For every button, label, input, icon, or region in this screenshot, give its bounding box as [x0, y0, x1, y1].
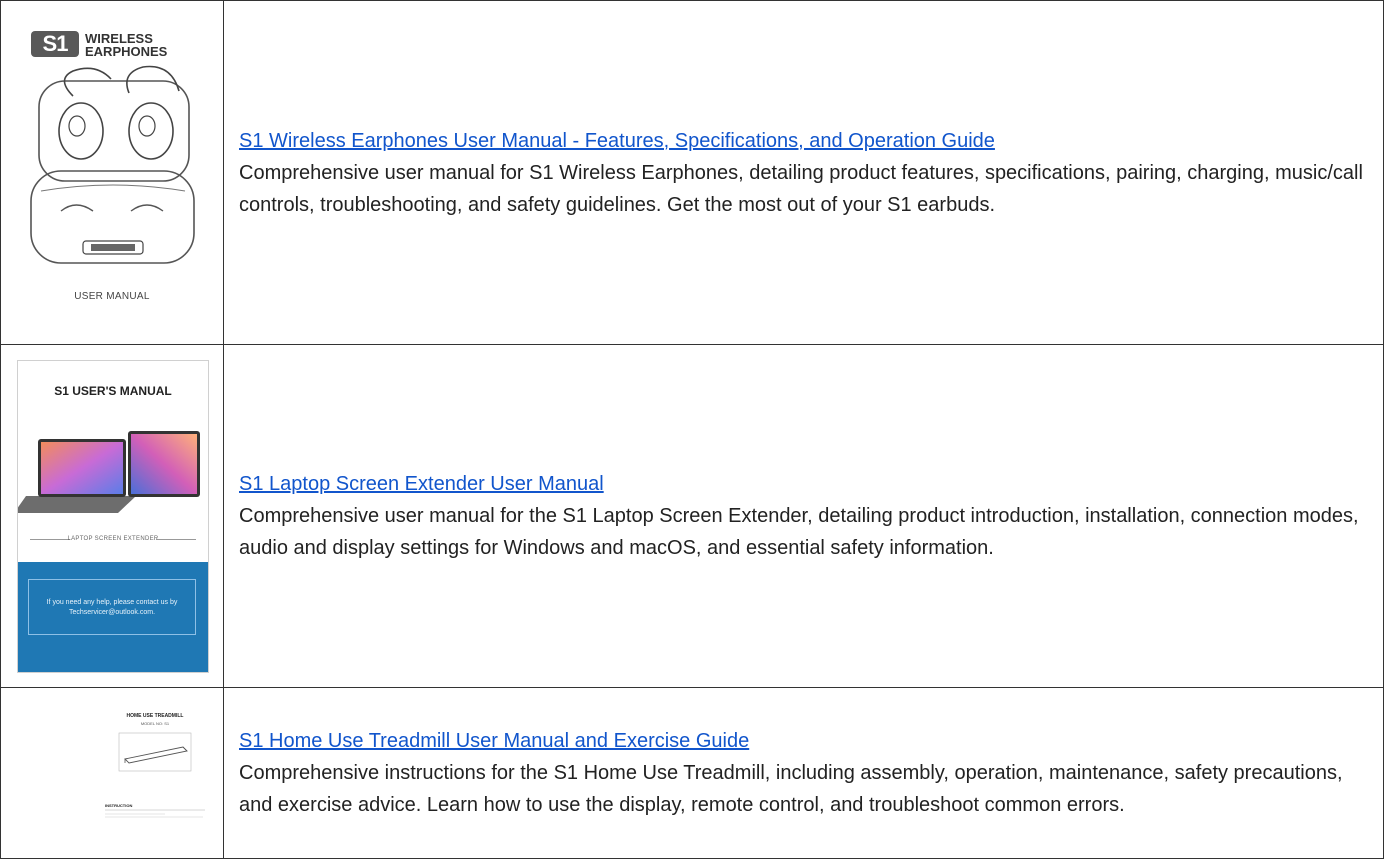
- thumbnail-cell: S1 WIRELESS EARPHONES USER MANUAL: [0, 0, 224, 345]
- description-cell: S1 Wireless Earphones User Manual - Feat…: [223, 0, 1384, 345]
- manual-title-link[interactable]: S1 Home Use Treadmill User Manual and Ex…: [239, 725, 749, 757]
- description-cell: S1 Laptop Screen Extender User Manual Co…: [223, 344, 1384, 688]
- manuals-table: S1 WIRELESS EARPHONES USER MANUAL S1 Wir…: [0, 0, 1384, 859]
- thumbnail-section: INSTRUCTION: [105, 803, 133, 808]
- manual-row-earphones: S1 WIRELESS EARPHONES USER MANUAL S1 Wir…: [0, 0, 1384, 345]
- description-cell: S1 Home Use Treadmill User Manual and Ex…: [223, 687, 1384, 859]
- manual-row-laptop-extender: S1 USER'S MANUAL LAPTOP SCREEN EXTENDER …: [0, 344, 1384, 688]
- manual-description: Comprehensive user manual for the S1 Lap…: [239, 505, 1359, 559]
- manual-row-treadmill: HOME USE TREADMILL MODEL NO: S1 INSTRUCT…: [0, 687, 1384, 859]
- manual-description: Comprehensive instructions for the S1 Ho…: [239, 762, 1343, 816]
- treadmill-thumbnail[interactable]: HOME USE TREADMILL MODEL NO: S1 INSTRUCT…: [105, 713, 205, 833]
- manual-title-link[interactable]: S1 Laptop Screen Extender User Manual: [239, 468, 604, 500]
- earphones-thumbnail[interactable]: S1 WIRELESS EARPHONES USER MANUAL: [1, 1, 223, 345]
- laptop-image: [18, 430, 200, 513]
- help-text: If you need any help, please contact us …: [28, 578, 196, 635]
- manual-description: Comprehensive user manual for S1 Wireles…: [239, 161, 1363, 216]
- laptop-extender-thumbnail[interactable]: S1 USER'S MANUAL LAPTOP SCREEN EXTENDER …: [17, 359, 209, 673]
- divider-right: [156, 538, 196, 540]
- thumbnail-cell: S1 USER'S MANUAL LAPTOP SCREEN EXTENDER …: [0, 344, 224, 688]
- help-panel: If you need any help, please contact us …: [18, 561, 208, 672]
- thumbnail-cell: HOME USE TREADMILL MODEL NO: S1 INSTRUCT…: [0, 687, 224, 859]
- treadmill-image: [105, 732, 205, 818]
- thumbnail-caption: USER MANUAL: [74, 291, 150, 302]
- manual-title-link[interactable]: S1 Wireless Earphones User Manual - Feat…: [239, 125, 995, 157]
